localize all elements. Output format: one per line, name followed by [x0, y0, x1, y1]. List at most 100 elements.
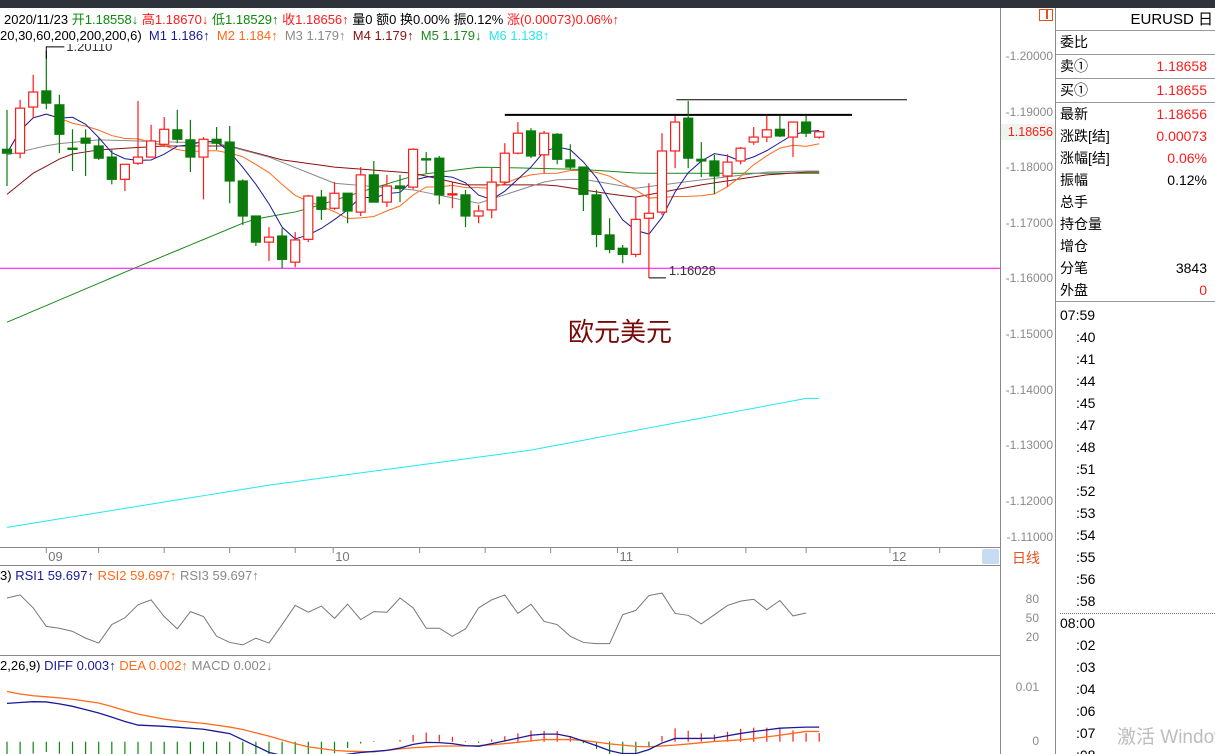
quote-separator: [1056, 301, 1215, 302]
quote-row: 买① 1.18655: [1060, 79, 1213, 101]
tick-time: :58: [1076, 593, 1096, 609]
candle-down: [1, 148, 13, 154]
tick-time: :04: [1076, 681, 1096, 697]
candle-up: [473, 210, 484, 217]
quote-row: 卖① 1.18658: [1060, 55, 1213, 77]
candle-up: [132, 156, 144, 164]
rsi-tick-label: 80: [1025, 592, 1039, 607]
ma-label-m2: M2: [216, 28, 239, 43]
chart-title: 欧元美元: [568, 317, 673, 347]
ma-label-m5: M5: [420, 28, 443, 43]
candle-down: [591, 194, 602, 235]
candle-down: [774, 128, 786, 137]
quote-row: 总手: [1060, 191, 1213, 213]
quote-label: 委比: [1060, 34, 1088, 50]
quote-label: 分笔: [1060, 260, 1088, 276]
candle-down: [224, 141, 235, 182]
candle-down: [800, 121, 812, 134]
high-leader-line: [45, 46, 65, 59]
tick-time: :03: [1076, 659, 1096, 675]
high-value: 1.18670↓: [154, 12, 209, 27]
candle-up: [814, 131, 825, 138]
ma-label-m4: M4: [352, 28, 375, 43]
dea-line: [6, 690, 820, 753]
macd-value: 0.002↓: [233, 658, 273, 673]
scrollbar-thumb[interactable]: [982, 549, 999, 564]
ma-value-m2: 1.184↑: [238, 28, 278, 43]
rsi-chart: [6, 592, 807, 646]
candle-down: [604, 234, 615, 250]
quote-value: 0.00073: [1156, 128, 1207, 144]
candle-down: [683, 117, 694, 159]
date-label: 11: [619, 549, 633, 564]
candle-up: [499, 152, 510, 183]
macd-value: 0.002↑: [148, 658, 188, 673]
candlestick-chart[interactable]: 1.20110 1.16028: [0, 44, 1000, 547]
candle-down: [237, 180, 248, 217]
quote-separator: [1056, 78, 1215, 79]
candle-up: [303, 195, 314, 240]
tick-time: :51: [1076, 461, 1096, 477]
macd-tick-label: 0: [1032, 733, 1039, 748]
quote-row: 分笔 3843: [1060, 257, 1213, 279]
layout-toggle-icon[interactable]: [1039, 9, 1053, 21]
close-label: 收: [282, 12, 296, 27]
candle-down: [578, 166, 589, 195]
window-title-bar: [0, 0, 1215, 8]
candle-down: [185, 139, 196, 158]
quote-row: 持仓量: [1060, 213, 1213, 235]
quote-panel: EURUSD 日 委比 卖① 1.18658 买① 1.18655 最新 1.18656 涨跌…: [1055, 8, 1215, 754]
quote-label: 涨跌[结]: [1060, 128, 1110, 144]
candle-up: [748, 136, 759, 143]
candle-up: [761, 129, 772, 138]
candle-up: [263, 236, 275, 243]
candle-up: [643, 212, 655, 219]
quote-value: 1.18656: [1156, 106, 1207, 122]
quote-label: 外盘: [1060, 282, 1088, 298]
tick-time: 07:59: [1060, 307, 1096, 323]
price-tick-label: -1.18000: [1005, 160, 1053, 175]
tick-time: :07: [1076, 725, 1096, 741]
macd-label: DIFF: [44, 658, 77, 673]
quote-value: 1.18655: [1156, 82, 1207, 98]
tick-time: :08: [1076, 744, 1095, 754]
candle-down: [565, 159, 576, 168]
ma-line-m6: [6, 397, 820, 528]
low-label: 低: [212, 12, 226, 27]
candle-up: [787, 121, 799, 138]
candle-down: [250, 215, 261, 243]
candle-up: [722, 161, 733, 177]
tick-time: :54: [1076, 527, 1096, 543]
quote-row: 外盘 0: [1060, 279, 1213, 301]
candle-down: [41, 90, 52, 104]
candle-up: [656, 150, 668, 213]
quote-row: 增仓: [1060, 235, 1213, 257]
quote-label: 总手: [1060, 194, 1088, 210]
quote-label: 最新: [1060, 106, 1088, 122]
price-axis: -1.20000 -1.19000 -1.18000 -1.17000 -1.16000…: [1000, 8, 1055, 754]
ma-value-m5: 1.179↓: [442, 28, 482, 43]
quote-row: 振幅 0.12%: [1060, 169, 1213, 191]
candle-up: [735, 147, 746, 162]
quote-separator: [1056, 54, 1215, 55]
date: 2020/11/23: [4, 12, 69, 27]
macd-tick-label: 0.01: [1015, 679, 1039, 694]
price-tick-label: -1.11000: [1006, 530, 1053, 544]
candle-up: [198, 138, 209, 158]
candle-up: [355, 174, 366, 213]
date-axis: 09 10 11 12: [45, 547, 941, 564]
price-tick-label: -1.14000: [1005, 382, 1053, 397]
candle-down: [525, 130, 537, 157]
low-value: 1.18529↑: [225, 12, 279, 27]
candle-down: [421, 158, 432, 161]
candle-up: [290, 239, 301, 263]
quote-row: 最新 1.18656: [1060, 103, 1213, 125]
tick-time: :44: [1076, 373, 1096, 389]
candle-down: [316, 196, 327, 210]
quote-row: 涨幅[结] 0.06%: [1060, 147, 1213, 169]
macd-params: 2,26,9): [0, 658, 41, 673]
open-value: 1.18558↓: [84, 12, 139, 27]
candle-down: [617, 247, 628, 255]
change-value: 涨(0.00073)0.06%↑: [506, 12, 619, 27]
candle-down: [696, 158, 707, 162]
